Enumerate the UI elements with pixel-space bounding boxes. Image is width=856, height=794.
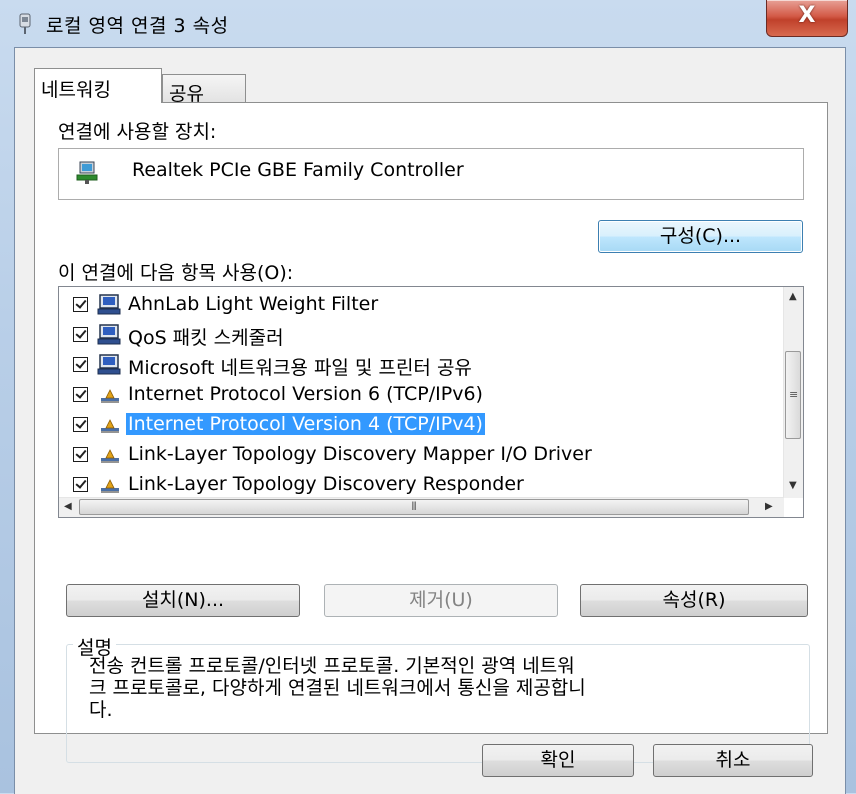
install-button[interactable]: 설치(N)... [66,584,300,617]
grip-icon: ⦀ [411,500,417,513]
dialog-client: 공유 연결에 사용할 장치: Realtek PCIe GBE Family C… [14,47,846,794]
protocol-icon [101,449,119,463]
item-checkbox[interactable] [73,417,88,432]
item-label: QoS 패킷 스케줄러 [128,327,284,349]
close-icon: X [798,3,816,28]
networking-panel: 연결에 사용할 장치: Realtek PCIe GBE Family Cont… [34,102,828,763]
item-checkbox[interactable] [73,447,88,462]
properties-button[interactable]: 속성(R) [580,584,808,617]
list-item[interactable]: Link-Layer Topology Discovery Mapper I/O… [59,441,749,471]
list-item[interactable]: Internet Protocol Version 4 (TCP/IPv4) [59,411,749,441]
device-name: Realtek PCIe GBE Family Controller [132,159,464,181]
network-client-icon [97,324,121,345]
item-label: AhnLab Light Weight Filter [128,293,379,315]
vertical-scrollbar[interactable]: ▲ ≡ ▼ [783,287,803,498]
configure-button-label: 구성(C)... [659,225,742,247]
description-line: 다. [89,699,113,721]
vertical-scroll-thumb[interactable]: ≡ [785,351,801,439]
scroll-right-icon[interactable]: ▶ [765,501,773,512]
scroll-down-icon[interactable]: ▼ [789,480,797,491]
item-checkbox[interactable] [73,297,88,312]
protocol-icon [101,479,119,493]
description-line: 전송 컨트롤 프로토콜/인터넷 프로토콜. 기본적인 광역 네트워 [89,655,575,677]
item-label: Internet Protocol Version 4 (TCP/IPv4) [126,413,485,435]
item-label: Link-Layer Topology Discovery Mapper I/O… [128,443,592,465]
item-checkbox[interactable] [73,357,88,372]
network-client-icon [97,354,121,375]
item-label: Link-Layer Topology Discovery Responder [128,473,524,495]
items-label: 이 연결에 다음 항목 사용(O): [58,262,294,284]
configure-button[interactable]: 구성(C)... [598,220,803,253]
network-adapter-icon [19,13,31,34]
cancel-button-label: 취소 [715,749,751,771]
tab-networking[interactable]: 네트워킹 [34,68,162,103]
description-text: 전송 컨트롤 프로토콜/인터넷 프로토콜. 기본적인 광역 네트워 크 프로토콜… [89,655,789,721]
tab-networking-label: 네트워킹 [41,79,111,101]
item-checkbox[interactable] [73,477,88,492]
cancel-button[interactable]: 취소 [653,744,813,777]
network-client-icon [97,294,121,315]
device-box: Realtek PCIe GBE Family Controller [58,148,804,200]
connect-using-label: 연결에 사용할 장치: [58,121,217,143]
item-label: Microsoft 네트워크용 파일 및 프린터 공유 [128,357,472,379]
items-list[interactable]: AhnLab Light Weight Filter QoS 패킷 스케줄러 M… [58,286,804,518]
horizontal-scrollbar[interactable]: ◀ ⦀ ▶ [59,497,784,517]
item-label: Internet Protocol Version 6 (TCP/IPv6) [128,383,483,405]
scroll-left-icon[interactable]: ◀ [64,501,72,512]
uninstall-button[interactable]: 제거(U) [324,584,558,617]
grip-icon: ≡ [789,388,799,401]
list-item[interactable]: Microsoft 네트워크용 파일 및 프린터 공유 [59,351,749,381]
network-card-icon [76,161,98,184]
properties-button-label: 속성(R) [662,589,726,611]
ok-button[interactable]: 확인 [482,744,634,777]
install-button-label: 설치(N)... [141,589,225,611]
window-title: 로컬 영역 연결 3 속성 [46,15,229,37]
item-checkbox[interactable] [73,327,88,342]
description-line: 크 프로토콜로, 다양하게 연결된 네트워크에서 통신을 제공합니 [89,677,586,699]
horizontal-scroll-thumb[interactable]: ⦀ [79,499,749,515]
item-checkbox[interactable] [73,387,88,402]
scroll-up-icon[interactable]: ▲ [789,291,797,302]
protocol-icon [101,419,119,433]
list-item[interactable]: AhnLab Light Weight Filter [59,291,749,321]
close-button[interactable]: X [766,0,848,37]
title-bar: 로컬 영역 연결 3 속성 X [0,0,856,46]
protocol-icon [101,389,119,403]
ok-button-label: 확인 [540,749,576,771]
tab-sharing[interactable]: 공유 [162,74,246,105]
uninstall-button-label: 제거(U) [409,589,473,611]
list-item[interactable]: Internet Protocol Version 6 (TCP/IPv6) [59,381,749,411]
list-item[interactable]: QoS 패킷 스케줄러 [59,321,749,351]
